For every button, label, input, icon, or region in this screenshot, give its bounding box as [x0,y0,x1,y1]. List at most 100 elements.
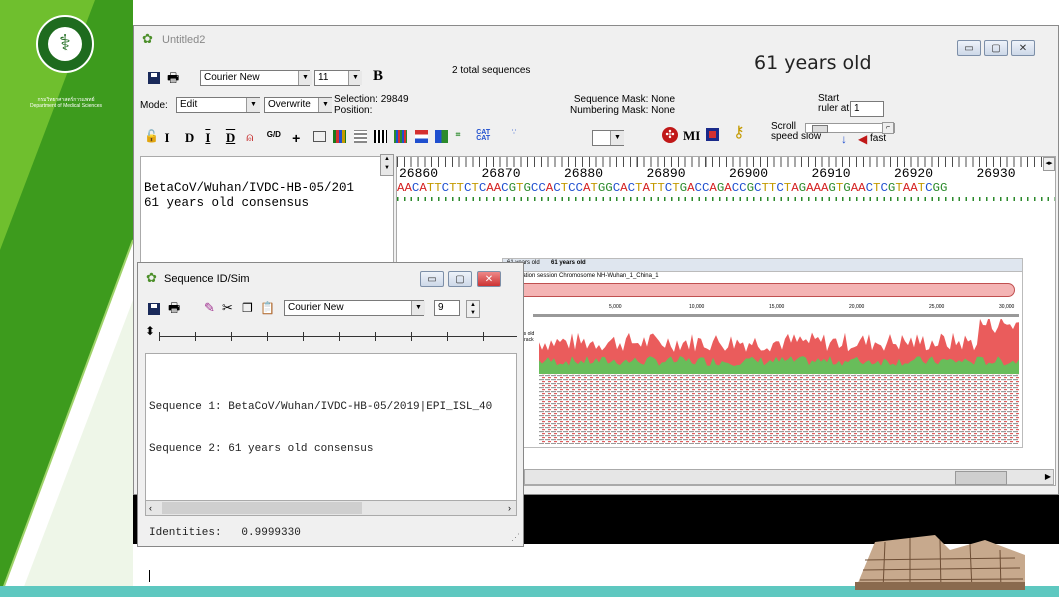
close-button[interactable]: ✕ [1011,40,1035,56]
sim-results-area[interactable]: Sequence 1: BetaCoV/Wuhan/IVDC-HB-05/201… [145,353,517,582]
window-icon[interactable] [312,131,326,143]
mode-label: Mode: [140,100,168,111]
axis-tick-5: 25,000 [929,304,945,310]
fast-arrow-icon: ◀ [858,132,868,146]
sim-scroll-right-arrow[interactable]: › [508,501,511,515]
grid-icon[interactable] [706,128,719,141]
sim-cut-icon[interactable]: ✂ [222,300,233,316]
print-icon[interactable]: 🖶 [167,71,179,84]
bold-button[interactable]: B [373,68,383,85]
sim-maximize-button[interactable]: ▢ [448,271,472,287]
shade-icon[interactable] [353,130,367,144]
stop-icon[interactable]: ✣ [662,127,678,143]
genome-axis: 5,000 10,000 15,000 20,000 25,000 30,000 [509,304,1019,312]
fast-label: fast [870,133,887,144]
nucleotide: T [434,181,442,195]
axis-tick-3: 15,000 [769,304,785,310]
save-icon[interactable] [148,72,160,84]
chromosome-bar[interactable] [513,283,1015,297]
sim-horizontal-scrollbar[interactable]: ‹ › [145,500,517,516]
building-image [855,535,1025,590]
unlock-icon[interactable]: 🔓 [144,130,159,143]
sim-copy-icon[interactable]: ❐ [242,301,253,315]
gap-icon[interactable]: G/D [267,130,285,143]
nucleotide: G [798,181,807,195]
maximize-button[interactable]: ▢ [984,40,1008,56]
font-dropdown-arrow[interactable]: ▼ [298,71,312,85]
nucleotide: G [605,181,613,195]
lock-sequence-icon[interactable]: ⍝ [246,130,259,144]
insert-column-icon[interactable]: I [205,130,218,145]
window-title: Untitled2 [162,34,206,46]
sim-paste-icon[interactable]: 📋 [260,301,275,315]
sequence-color-icon[interactable] [394,130,408,144]
axis-tick-2: 10,000 [689,304,705,310]
crosshair-icon[interactable]: + [292,130,305,146]
ruler-number: 26930 [976,166,1016,181]
logo-caption: กรมวิทยาศาสตร์การแพทย์ Department of Med… [26,97,106,109]
sim-scroll-thumb[interactable] [162,502,362,514]
genome-tab-bar: 61 years old 61 years old [503,259,1022,272]
sim-ruler-marker[interactable]: ⬍ [145,325,155,337]
sequence-names: BetaCoV/Wuhan/IVDC-HB-05/201 61 years ol… [144,181,354,211]
slide-heading: 61 years old [754,52,872,74]
sim-print-icon[interactable]: 🖶 [168,301,180,314]
codon-icon[interactable]: CAT CAT [476,129,504,143]
translate-icon[interactable] [435,130,449,144]
barcode-icon[interactable] [373,130,387,144]
nucleotide: C [553,181,561,195]
font-size-dropdown-arrow[interactable]: ▼ [348,71,362,85]
sim-font-select[interactable]: Courier New [284,300,424,316]
nucleotide: G [746,181,754,195]
genome-tab-2[interactable]: 61 years old [551,260,586,266]
font-select[interactable]: Courier New [200,70,310,86]
font-select-value: Courier New [204,72,260,83]
insert-icon[interactable]: I [164,130,177,145]
sim-minimize-button[interactable]: ▭ [420,271,444,287]
key-icon[interactable]: ⚷ [733,125,745,141]
sim-font-dropdown-arrow[interactable]: ▼ [411,301,425,315]
flag-icon[interactable] [414,130,428,144]
sim-close-button[interactable]: ✕ [477,271,501,287]
sim-pencil-icon[interactable]: ✎ [204,300,215,316]
sim-font-size-input[interactable]: 9 [434,300,460,316]
horizontal-scrollbar[interactable]: ▶ [524,469,1054,485]
logo-caption-en: Department of Medical Sciences [30,103,102,109]
mode-dropdown-arrow[interactable]: ▼ [246,98,260,112]
cat-icon[interactable]: ⌗ [456,130,469,143]
nucleotide: C [925,181,933,195]
speed-text: speed [771,131,799,142]
scroll-right-arrow[interactable]: ▶ [1045,470,1051,484]
font-size-value: 11 [318,72,329,83]
sequence-row-1[interactable]: AACATTCTTCTCAACGTGCCACTCCATGGCACTATTCTGA… [397,181,947,196]
sim-font-size-spinner[interactable]: ▲ ▼ [466,300,480,318]
sim-save-icon[interactable] [148,303,160,315]
toolbar-dropdown-arrow[interactable]: ▼ [610,131,624,145]
delete-icon[interactable]: D [185,130,198,145]
delete-column-icon[interactable]: D [226,130,239,145]
ruler-start-input[interactable]: 1 [850,101,884,117]
ruler-number: 26920 [894,166,934,181]
minimize-button[interactable]: ▭ [957,40,981,56]
color-block-icon[interactable] [333,130,347,144]
sequence-name-1[interactable]: BetaCoV/Wuhan/IVDC-HB-05/201 [144,181,354,196]
sequence-name-2[interactable]: 61 years old consensus [144,196,354,211]
nucleotide: C [776,181,784,195]
genome-browser-panel: 61 years old 61 years old Navigation ses… [502,258,1023,448]
department-logo: ⚕ [36,15,94,73]
name-pane-spinner[interactable]: ▲ ▼ [380,154,394,176]
sim-ruler: ⬍ [145,325,517,347]
nucleotide: T [590,181,598,195]
speed-row: speed slow [771,132,821,142]
mi-button[interactable]: MI [683,128,700,144]
axis-tick-4: 20,000 [849,304,865,310]
resize-grip-icon[interactable]: ⋰ [511,532,520,543]
nucleotide: A [791,181,799,195]
sim-scroll-left-arrow[interactable]: ‹ [149,501,152,515]
dots-icon[interactable]: ∵ [512,129,528,143]
selection-info: Selection: 29849 Position: [334,94,409,116]
overwrite-value: Overwrite [268,99,311,110]
nucleotide: T [449,181,457,195]
scroll-thumb[interactable] [955,471,1007,485]
overwrite-dropdown-arrow[interactable]: ▼ [318,98,332,112]
